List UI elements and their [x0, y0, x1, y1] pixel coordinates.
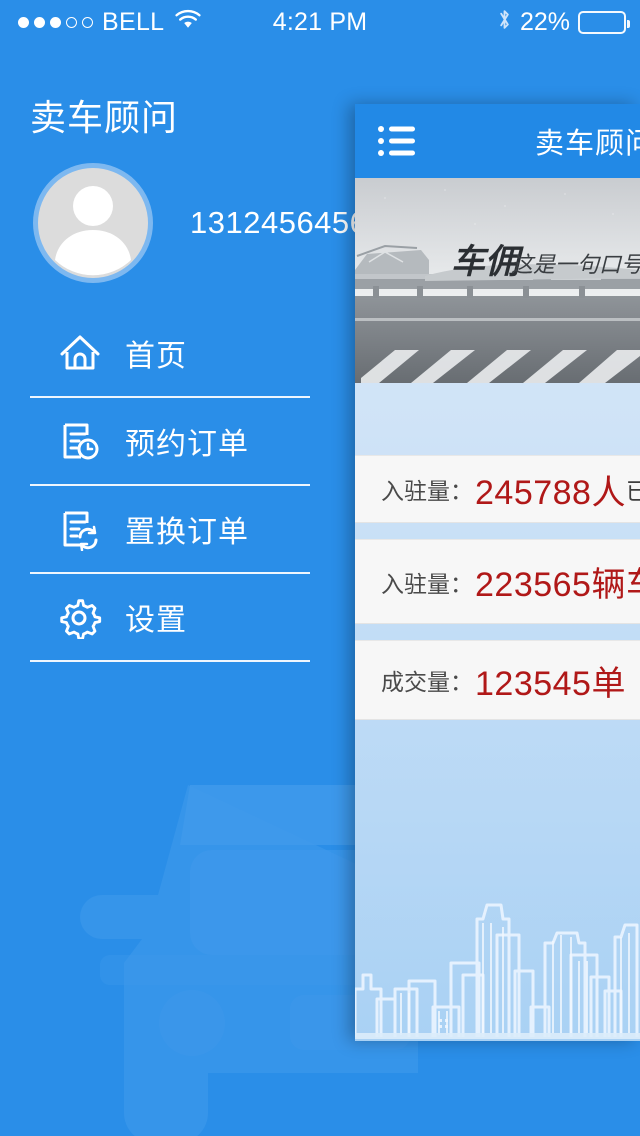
- sidebar-item-home-label: 首页: [125, 340, 187, 373]
- svg-text:这是一句口号: 这是一句口号: [511, 252, 640, 277]
- profile-section[interactable]: 13124564564: [33, 163, 385, 283]
- sidebar-item-exchange-orders[interactable]: 置换订单: [0, 486, 360, 572]
- gear-icon: [58, 595, 102, 639]
- sidebar-item-settings-label: 设置: [125, 604, 187, 637]
- order-clock-icon: [58, 419, 102, 463]
- status-bar-right: 22%: [497, 0, 630, 44]
- bluetooth-icon: [497, 7, 512, 37]
- stat-value: 245788人: [475, 473, 626, 512]
- home-panel: 卖车顾问: [355, 104, 640, 1041]
- status-bar: BELL 4:21 PM 22%: [0, 0, 640, 44]
- sidebar-item-reservation-orders-label: 预约订单: [125, 428, 249, 461]
- stat-gap: [355, 523, 640, 539]
- user-avatar-icon[interactable]: [33, 163, 153, 283]
- battery-percent-label: 22%: [519, 7, 570, 36]
- stat-gap: [355, 624, 640, 640]
- city-skyline-icon: [355, 831, 640, 1041]
- sidebar-item-home[interactable]: 首页: [0, 310, 360, 396]
- stat-suffix: 已入: [626, 472, 640, 506]
- list-menu-icon[interactable]: [377, 124, 417, 158]
- promo-banner[interactable]: 车佣 这是一句口号: [355, 178, 640, 383]
- menu-divider: [30, 660, 310, 662]
- sidebar-item-reservation-orders[interactable]: 预约订单: [0, 398, 360, 484]
- sidebar-item-exchange-orders-label: 置换订单: [125, 516, 249, 549]
- stats-spacer: [355, 383, 640, 455]
- stat-label: 成交量：: [381, 669, 473, 695]
- stat-value: 223565辆车: [475, 566, 640, 604]
- panel-header: 卖车顾问: [355, 104, 640, 178]
- panel-title: 卖车顾问: [535, 128, 640, 160]
- drawer-menu: 首页 预约订单 置换订单 设置: [0, 310, 360, 662]
- app-screen: 卖车顾问 13124564564 首页 预约订单 置换订单 设置 卖车顾 车佣 …: [0, 0, 640, 1136]
- stat-label: 入驻量：: [381, 478, 473, 504]
- home-icon: [58, 331, 102, 375]
- order-refresh-icon: [58, 507, 102, 551]
- stat-row[interactable]: 入驻量： 245788人 已入: [355, 455, 640, 523]
- stat-row[interactable]: 入驻量： 223565辆车: [355, 539, 640, 624]
- stat-value: 123545单: [475, 664, 626, 703]
- stat-row[interactable]: 成交量： 123545单: [355, 640, 640, 720]
- stat-label: 入驻量：: [381, 570, 473, 597]
- battery-icon: [578, 10, 630, 34]
- sidebar-item-settings[interactable]: 设置: [0, 574, 360, 660]
- drawer-brand-title: 卖车顾问: [30, 97, 179, 138]
